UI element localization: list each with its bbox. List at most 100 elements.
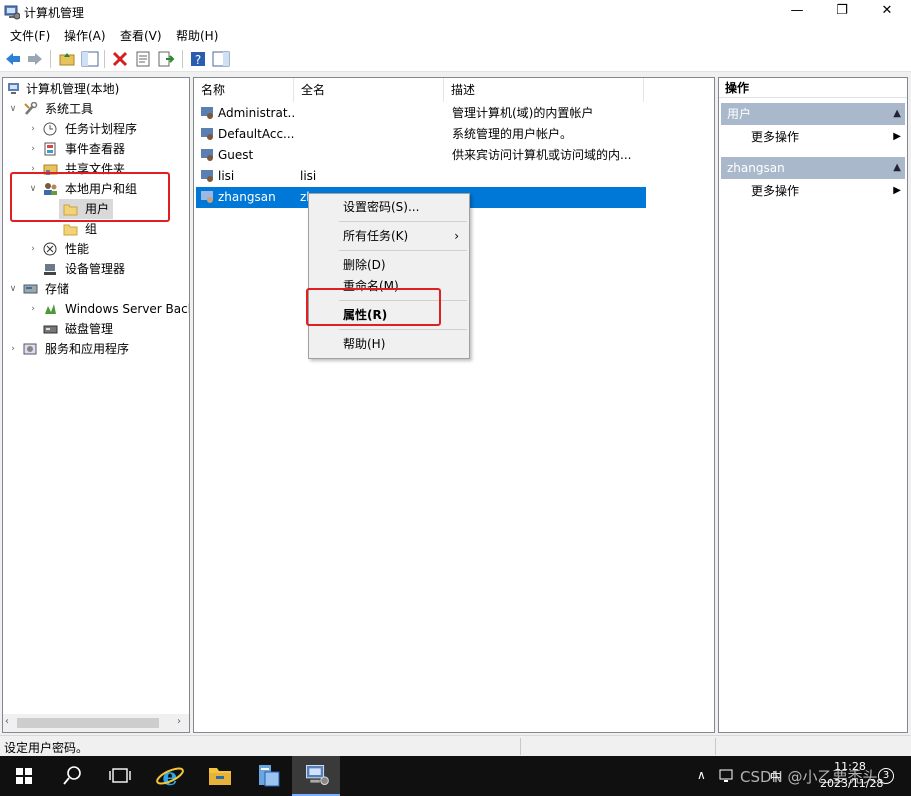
actions-more-zhangsan[interactable]: 更多操作 ▶ <box>719 180 907 202</box>
table-row[interactable]: Administrat... 管理计算机(域)的内置帐户 <box>196 103 646 124</box>
table-row[interactable]: DefaultAcc... 系统管理的用户帐户。 <box>196 124 646 145</box>
network-icon[interactable] <box>718 768 736 784</box>
computer-management-icon <box>4 5 20 20</box>
show-hide-tree-icon[interactable] <box>81 50 99 68</box>
tree-event-viewer[interactable]: › 事件查看器 <box>5 139 189 159</box>
collapse-icon[interactable]: ▲ <box>893 103 901 125</box>
system-clock[interactable]: 11:28 2023/11/28 <box>820 758 883 792</box>
show-hide-action-pane-icon[interactable] <box>212 50 230 68</box>
start-windows-icon[interactable] <box>0 756 48 796</box>
column-header-fullname[interactable]: 全名 <box>294 78 444 102</box>
backup-icon <box>45 304 56 314</box>
toolbar-separator <box>182 50 183 68</box>
server-manager-icon[interactable] <box>244 756 292 796</box>
export-list-icon[interactable] <box>157 50 175 68</box>
storage-icon <box>23 284 38 294</box>
tree-windows-server-backup[interactable]: › Windows Server Back <box>5 299 189 319</box>
search-icon[interactable] <box>48 756 96 796</box>
user-icon <box>201 149 213 161</box>
tree-groups[interactable]: 组 <box>59 219 113 239</box>
svg-text:?: ? <box>195 53 201 67</box>
menu-file[interactable]: 文件(F) <box>10 27 50 44</box>
chevron-right-icon[interactable]: › <box>27 239 39 259</box>
chevron-right-icon[interactable]: › <box>27 119 39 139</box>
column-header-description[interactable]: 描述 <box>444 78 644 102</box>
highlight-box-properties <box>306 288 441 326</box>
status-bar: 设定用户密码。 <box>0 735 911 756</box>
chevron-right-icon[interactable]: › <box>27 139 39 159</box>
back-arrow-icon[interactable] <box>4 50 22 68</box>
toolbar-separator <box>104 50 105 68</box>
tree-root[interactable]: 计算机管理(本地) <box>5 79 189 99</box>
menu-item-help[interactable]: 帮助(H) <box>309 333 469 355</box>
menu-item-delete[interactable]: 删除(D) <box>309 254 469 276</box>
window-title: 计算机管理 <box>24 6 85 20</box>
chevron-right-icon[interactable]: › <box>7 339 19 359</box>
user-icon <box>201 107 213 119</box>
file-explorer-icon[interactable] <box>196 756 244 796</box>
context-menu: 设置密码(S)... 所有任务(K) › 删除(D) 重命名(M) 属性(R) … <box>308 193 470 359</box>
status-text: 设定用户密码。 <box>4 741 89 755</box>
minimize-button[interactable]: — <box>774 0 820 24</box>
delete-icon[interactable] <box>111 50 129 68</box>
tools-icon <box>24 102 38 115</box>
chevron-right-icon[interactable]: › <box>27 299 39 319</box>
highlight-box-local-users <box>10 172 170 222</box>
status-separator <box>715 738 716 755</box>
toolbar-separator <box>50 50 51 68</box>
user-icon <box>201 128 213 140</box>
help-icon[interactable]: ? <box>189 50 207 68</box>
up-folder-icon[interactable] <box>58 50 76 68</box>
actions-section-zhangsan[interactable]: zhangsan ▲ <box>721 157 905 179</box>
performance-icon <box>43 242 57 256</box>
event-log-icon <box>44 142 56 156</box>
chevron-down-icon[interactable]: ∨ <box>7 279 19 299</box>
chevron-right-icon: › <box>454 229 459 243</box>
users-list: 名称 全名 描述 Administrat... 管理计算机(域)的内置帐户 De… <box>193 77 715 733</box>
tree-task-scheduler[interactable]: › 任务计划程序 <box>5 119 189 139</box>
user-icon <box>201 170 213 182</box>
folder-icon <box>63 224 78 236</box>
properties-icon[interactable] <box>134 50 152 68</box>
tree-performance[interactable]: › 性能 <box>5 239 189 259</box>
tree-storage[interactable]: ∨ 存储 <box>5 279 189 299</box>
table-row[interactable]: Guest 供来宾访问计算机或访问域的内... <box>196 145 646 166</box>
tree-system-tools[interactable]: ∨ 系统工具 <box>5 99 189 119</box>
menu-item-set-password[interactable]: 设置密码(S)... <box>309 196 469 218</box>
internet-explorer-icon[interactable]: e <box>146 756 194 796</box>
close-button[interactable]: ✕ <box>864 0 910 24</box>
forward-arrow-icon[interactable] <box>26 50 44 68</box>
restore-button[interactable]: ❐ <box>819 0 865 24</box>
services-icon <box>23 343 37 355</box>
submenu-arrow-icon: ▶ <box>893 131 901 142</box>
chevron-down-icon[interactable]: ∨ <box>7 99 19 119</box>
task-view-icon[interactable] <box>96 756 144 796</box>
menu-separator <box>339 221 467 222</box>
scrollbar-thumb[interactable] <box>17 718 159 728</box>
scroll-right-icon[interactable]: › <box>177 716 181 727</box>
scroll-left-icon[interactable]: ‹ <box>5 716 9 727</box>
menu-item-all-tasks[interactable]: 所有任务(K) › <box>309 225 469 247</box>
computer-management-icon <box>8 83 19 94</box>
menu-action[interactable]: 操作(A) <box>64 27 106 44</box>
computer-management-taskbar-icon[interactable] <box>292 756 340 796</box>
disk-icon <box>43 325 58 334</box>
menu-separator <box>339 250 467 251</box>
table-row[interactable]: lisi lisi <box>196 166 646 187</box>
notification-badge[interactable]: 3 <box>878 768 894 784</box>
svg-text:e: e <box>162 762 177 791</box>
tree-disk-management[interactable]: 磁盘管理 <box>5 319 189 339</box>
actions-more-users[interactable]: 更多操作 ▶ <box>719 126 907 148</box>
menu-separator <box>339 329 467 330</box>
menu-view[interactable]: 查看(V) <box>120 27 162 44</box>
tree-services-apps[interactable]: › 服务和应用程序 <box>5 339 189 359</box>
menu-help[interactable]: 帮助(H) <box>176 27 218 44</box>
device-manager-icon <box>44 264 56 275</box>
actions-section-users[interactable]: 用户 ▲ <box>721 103 905 125</box>
tray-chevron-up-icon[interactable]: ∧ <box>697 768 706 782</box>
collapse-icon[interactable]: ▲ <box>893 157 901 179</box>
submenu-arrow-icon: ▶ <box>893 185 901 196</box>
tree-device-manager[interactable]: 设备管理器 <box>5 259 189 279</box>
column-header-name[interactable]: 名称 <box>194 78 294 102</box>
tree-horizontal-scrollbar[interactable]: ‹ › <box>3 714 189 732</box>
